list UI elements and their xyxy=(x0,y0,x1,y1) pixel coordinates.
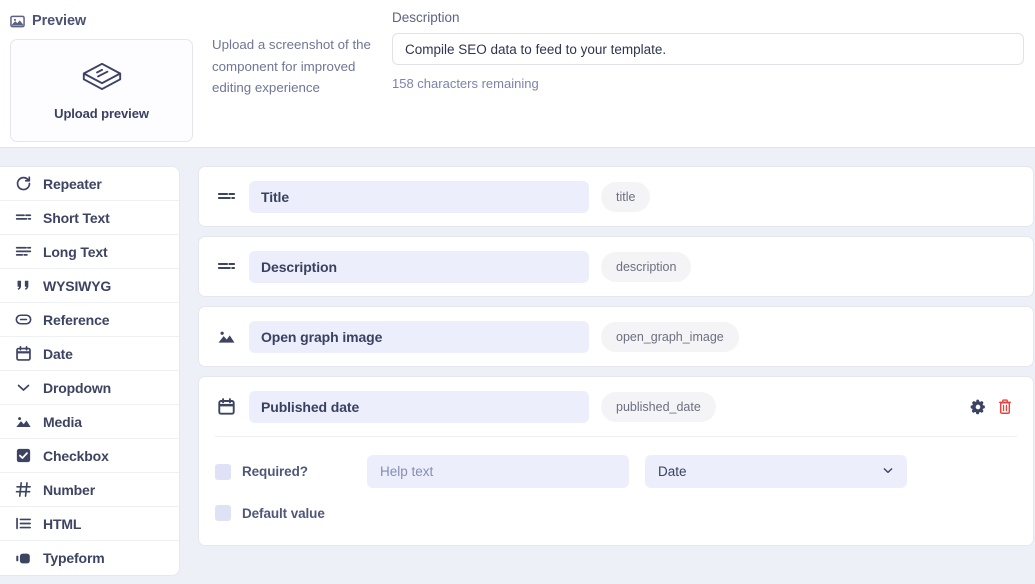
default-value-checkbox-wrapper[interactable]: Default value xyxy=(215,505,367,521)
preview-help-text: Upload a screenshot of the component for… xyxy=(212,34,372,99)
preview-title: Preview xyxy=(32,13,86,29)
field-slug-badge: description xyxy=(601,252,691,282)
field-settings-button[interactable] xyxy=(970,399,986,415)
help-text-input[interactable] xyxy=(367,455,629,488)
hash-icon xyxy=(14,481,32,498)
preview-header: Preview xyxy=(10,10,195,32)
field-list: title description open_graph_image publishe… xyxy=(198,166,1034,555)
default-value-checkbox[interactable] xyxy=(215,505,231,521)
quote-icon xyxy=(14,277,32,294)
image-icon xyxy=(14,413,32,430)
layers-stack-icon xyxy=(80,60,124,96)
sidebar-item-reference[interactable]: Reference xyxy=(0,303,179,337)
field-header-row: title xyxy=(199,167,1033,226)
sidebar-item-media[interactable]: Media xyxy=(0,405,179,439)
sidebar-item-long-text[interactable]: Long Text xyxy=(0,235,179,269)
field-header-row: published_date xyxy=(199,377,1033,436)
required-checkbox[interactable] xyxy=(215,464,231,480)
field-delete-button[interactable] xyxy=(997,398,1013,415)
sidebar-item-label: Checkbox xyxy=(43,448,109,464)
top-panel: Preview Upload preview Upload a screensh… xyxy=(0,0,1035,148)
default-value-label: Default value xyxy=(242,506,325,521)
sidebar-item-date[interactable]: Date xyxy=(0,337,179,371)
field-type-select-wrapper[interactable]: Date xyxy=(645,455,907,488)
field-name-input[interactable] xyxy=(249,321,589,353)
field-name-input[interactable] xyxy=(249,391,589,423)
field-type-select[interactable]: Date xyxy=(645,455,907,488)
short-text-icon xyxy=(215,257,237,276)
field-name-input[interactable] xyxy=(249,181,589,213)
calendar-icon xyxy=(215,397,237,416)
image-icon xyxy=(215,327,237,346)
short-text-icon xyxy=(14,209,32,226)
sidebar-item-checkbox[interactable]: Checkbox xyxy=(0,439,179,473)
sidebar-item-wysiwyg[interactable]: WYSIWYG xyxy=(0,269,179,303)
field-actions xyxy=(970,398,1019,415)
required-checkbox-wrapper[interactable]: Required? xyxy=(215,464,367,480)
repeat-icon xyxy=(14,175,32,192)
description-label: Description xyxy=(392,10,1024,25)
sidebar-item-dropdown[interactable]: Dropdown xyxy=(0,371,179,405)
sidebar-item-number[interactable]: Number xyxy=(0,473,179,507)
sidebar-item-label: Reference xyxy=(43,312,109,328)
field-header-row: description xyxy=(199,237,1033,296)
list-icon xyxy=(14,515,32,532)
sidebar-item-label: Repeater xyxy=(43,176,102,192)
settings-row-default-value: Default value xyxy=(215,505,1017,521)
field-card: published_date Required? Date Default value xyxy=(198,376,1034,546)
short-text-icon xyxy=(215,187,237,206)
field-header-row: open_graph_image xyxy=(199,307,1033,366)
chevron-down-icon xyxy=(14,379,32,396)
field-slug-badge: title xyxy=(601,182,650,212)
settings-row-required: Required? Date xyxy=(215,455,1017,488)
upload-preview-label: Upload preview xyxy=(54,106,149,121)
field-builder-app: Preview Upload preview Upload a screensh… xyxy=(0,0,1035,584)
sidebar-item-label: WYSIWYG xyxy=(43,278,111,294)
required-label: Required? xyxy=(242,464,308,479)
field-card: description xyxy=(198,236,1034,297)
field-card: title xyxy=(198,166,1034,227)
long-text-icon xyxy=(14,243,32,260)
field-type-sidebar: Repeater Short Text Long Text WYSIWYG Refere… xyxy=(0,166,180,576)
field-name-input[interactable] xyxy=(249,251,589,283)
sidebar-item-label: Short Text xyxy=(43,210,110,226)
sidebar-item-repeater[interactable]: Repeater xyxy=(0,167,179,201)
field-settings-panel: Required? Date Default value xyxy=(215,436,1017,545)
sidebar-item-label: HTML xyxy=(43,516,81,532)
link-icon xyxy=(14,311,32,328)
typeform-icon xyxy=(14,550,32,567)
sidebar-item-html[interactable]: HTML xyxy=(0,507,179,541)
sidebar-item-label: Number xyxy=(43,482,95,498)
description-input[interactable] xyxy=(392,33,1024,65)
sidebar-item-label: Long Text xyxy=(43,244,108,260)
sidebar-item-label: Dropdown xyxy=(43,380,111,396)
sidebar-item-label: Media xyxy=(43,414,82,430)
image-icon xyxy=(10,14,25,29)
description-section: Description 158 characters remaining xyxy=(392,10,1024,91)
characters-remaining: 158 characters remaining xyxy=(392,76,1024,91)
field-slug-badge: published_date xyxy=(601,392,716,422)
calendar-icon xyxy=(14,345,32,362)
sidebar-item-typeform[interactable]: Typeform xyxy=(0,541,179,575)
field-card: open_graph_image xyxy=(198,306,1034,367)
sidebar-item-short-text[interactable]: Short Text xyxy=(0,201,179,235)
checkbox-icon xyxy=(14,447,32,464)
field-slug-badge: open_graph_image xyxy=(601,322,739,352)
preview-section: Preview Upload preview xyxy=(10,10,195,142)
sidebar-item-label: Typeform xyxy=(43,550,105,566)
sidebar-item-label: Date xyxy=(43,346,73,362)
upload-preview-dropzone[interactable]: Upload preview xyxy=(10,39,193,142)
